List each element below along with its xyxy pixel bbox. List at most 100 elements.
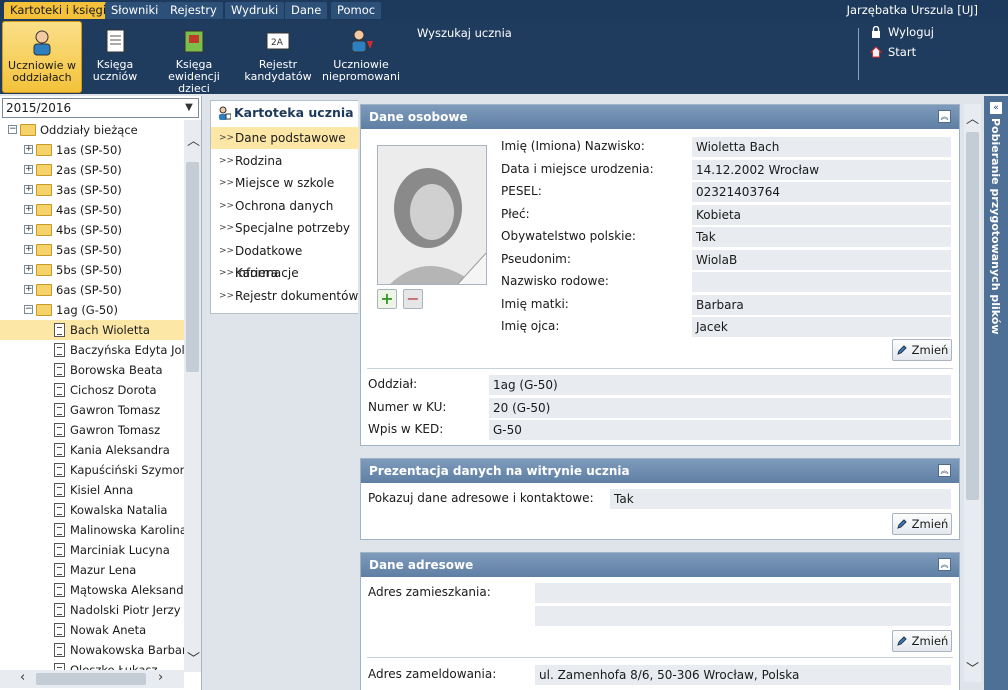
tree-student-item[interactable]: Oleszko Łukasz xyxy=(0,660,184,670)
nav-item[interactable]: >> Rodzina xyxy=(211,150,359,172)
scroll-thumb[interactable] xyxy=(36,673,146,685)
nav-item-label: Miejsce w szkole xyxy=(235,176,335,190)
scroll-down-icon[interactable]: ﹀ xyxy=(187,648,200,667)
collapse-icon[interactable]: ︽ xyxy=(938,558,951,571)
registered-address-value: ul. Zamenhofa 8/6, 50-306 Wrocław, Polsk… xyxy=(535,665,951,685)
tree-class-item[interactable]: +6as (SP-50) xyxy=(0,280,184,300)
content-vertical-scrollbar[interactable]: ︿ ﹀ xyxy=(964,104,981,682)
student-book-button[interactable]: Księga uczniów xyxy=(86,21,144,93)
tree-class-item[interactable]: − 1ag (G-50) xyxy=(0,300,184,320)
logout-link[interactable]: Wyloguj xyxy=(870,25,934,39)
tree-class-item[interactable]: +1as (SP-50) xyxy=(0,140,184,160)
menu-kartoteki[interactable]: Kartoteki i księgi xyxy=(4,2,113,19)
nav-item[interactable]: >> Miejsce w szkole xyxy=(211,172,359,194)
tree-student-item[interactable]: Mątowska Aleksandra xyxy=(0,580,184,600)
change-personal-button[interactable]: Zmień xyxy=(892,339,952,361)
tree-label: 3as (SP-50) xyxy=(56,183,122,197)
expand-icon[interactable]: + xyxy=(24,285,33,294)
children-register-button[interactable]: Księga ewidencji dzieci xyxy=(152,21,236,95)
expand-icon[interactable]: + xyxy=(24,185,33,194)
menu-slowniki[interactable]: Słowniki xyxy=(105,2,165,19)
tree-student-item[interactable]: Kowalska Natalia xyxy=(0,500,184,520)
tree-class-item[interactable]: +3as (SP-50) xyxy=(0,180,184,200)
nav-item[interactable]: >> Specjalne potrzeby xyxy=(211,217,359,239)
tree-class-item[interactable]: +4as (SP-50) xyxy=(0,200,184,220)
collapse-icon[interactable]: − xyxy=(24,305,33,314)
nav-item[interactable]: >> Dodatkowe informacje xyxy=(211,240,359,280)
tree-student-item[interactable]: Kapuściński Szymon xyxy=(0,460,184,480)
tree-student-item[interactable]: Cichosz Dorota xyxy=(0,380,184,400)
school-field-label: Numer w KU: xyxy=(368,399,447,414)
expand-icon[interactable]: + xyxy=(24,145,33,154)
search-student-link[interactable]: Wyszukaj ucznia xyxy=(417,26,512,40)
document-icon xyxy=(54,483,65,497)
tree-vertical-scrollbar[interactable]: ︿ ﹀ xyxy=(184,120,201,672)
tree-root[interactable]: − Oddziały bieżące xyxy=(0,120,184,140)
folder-icon xyxy=(36,304,52,316)
nav-item[interactable]: >> Ochrona danych xyxy=(211,195,359,217)
students-in-classes-button[interactable]: Uczniowie w oddziałach xyxy=(2,21,82,93)
nav-item[interactable]: >> Rejestr dokumentów xyxy=(211,285,359,307)
scroll-up-icon[interactable]: ︿ xyxy=(187,130,200,149)
tree-student-item[interactable]: Bach Wioletta xyxy=(0,320,184,340)
document-icon xyxy=(54,623,65,637)
tree-student-item[interactable]: Gawron Tomasz xyxy=(0,420,184,440)
tree-student-item[interactable]: Nowak Aneta xyxy=(0,620,184,640)
tree-class-item[interactable]: +5as (SP-50) xyxy=(0,240,184,260)
remove-photo-button[interactable]: − xyxy=(403,289,423,309)
downloads-tab-label: Pobieranie przygotowanych plików xyxy=(989,118,1002,335)
expand-icon[interactable]: « xyxy=(990,102,1002,114)
nav-item[interactable]: >> Kariera xyxy=(211,262,359,284)
edit-pencil-icon xyxy=(896,519,907,529)
menu-dane[interactable]: Dane xyxy=(285,2,328,19)
add-photo-button[interactable]: + xyxy=(377,289,397,309)
tree-class-item[interactable]: +4bs (SP-50) xyxy=(0,220,184,240)
menu-rejestry[interactable]: Rejestry xyxy=(164,2,223,19)
document-icon xyxy=(54,463,65,477)
change-presentation-button[interactable]: Zmień xyxy=(892,513,952,535)
candidates-register-button[interactable]: 2A Rejestr kandydatów xyxy=(244,21,312,93)
nav-item[interactable]: >> Dane podstawowe xyxy=(211,127,359,149)
expand-icon[interactable]: + xyxy=(24,165,33,174)
tree-student-item[interactable]: Gawron Tomasz xyxy=(0,400,184,420)
tree-student-item[interactable]: Marciniak Lucyna xyxy=(0,540,184,560)
expand-icon[interactable]: + xyxy=(24,245,33,254)
not-promoted-button[interactable]: Uczniowie niepromowani xyxy=(322,21,400,93)
scroll-up-icon[interactable]: ︿ xyxy=(966,108,979,127)
menu-wydruki[interactable]: Wydruki xyxy=(225,2,285,19)
tree-label: Cichosz Dorota xyxy=(70,383,157,397)
expand-icon[interactable]: + xyxy=(24,265,33,274)
field-label: Data i miejsce urodzenia: xyxy=(501,161,654,176)
expand-icon[interactable]: + xyxy=(24,205,33,214)
tree-student-item[interactable]: Borowska Beata xyxy=(0,360,184,380)
school-year-select[interactable]: 2015/2016 ▼ xyxy=(2,98,199,118)
scroll-down-icon[interactable]: ﹀ xyxy=(966,658,979,677)
tree-class-item[interactable]: +5bs (SP-50) xyxy=(0,260,184,280)
tree-horizontal-scrollbar[interactable]: ‹ › xyxy=(0,670,184,688)
document-icon xyxy=(54,543,65,557)
scroll-right-icon[interactable]: › xyxy=(158,670,163,685)
tree-student-item[interactable]: Kania Aleksandra xyxy=(0,440,184,460)
tree-student-item[interactable]: Malinowska Karolina xyxy=(0,520,184,540)
show-address-label: Pokazuj dane adresowe i kontaktowe: xyxy=(368,491,594,505)
tree-label: Mątowska Aleksandra xyxy=(70,583,184,597)
tree-student-item[interactable]: Nowakowska Barbara xyxy=(0,640,184,660)
tree-student-item[interactable]: Kisiel Anna xyxy=(0,480,184,500)
divider xyxy=(367,657,953,658)
scroll-left-icon[interactable]: ‹ xyxy=(20,670,25,685)
collapse-icon[interactable]: − xyxy=(8,125,17,134)
tree-student-item[interactable]: Baczyńska Edyta Jolanta xyxy=(0,340,184,360)
scroll-thumb[interactable] xyxy=(186,162,199,372)
tree-student-item[interactable]: Mazur Lena xyxy=(0,560,184,580)
start-link[interactable]: Start xyxy=(869,45,916,59)
expand-icon[interactable]: + xyxy=(24,225,33,234)
collapse-icon[interactable]: ︽ xyxy=(938,110,951,123)
collapse-icon[interactable]: ︽ xyxy=(938,464,951,477)
tree-student-item[interactable]: Nadolski Piotr Jerzy xyxy=(0,600,184,620)
scroll-thumb[interactable] xyxy=(966,132,979,500)
downloads-side-tab[interactable]: « Pobieranie przygotowanych plików xyxy=(984,96,1008,690)
change-address-button[interactable]: Zmień xyxy=(892,630,952,652)
tree-label: 2as (SP-50) xyxy=(56,163,122,177)
menu-pomoc[interactable]: Pomoc xyxy=(331,2,382,19)
tree-class-item[interactable]: +2as (SP-50) xyxy=(0,160,184,180)
